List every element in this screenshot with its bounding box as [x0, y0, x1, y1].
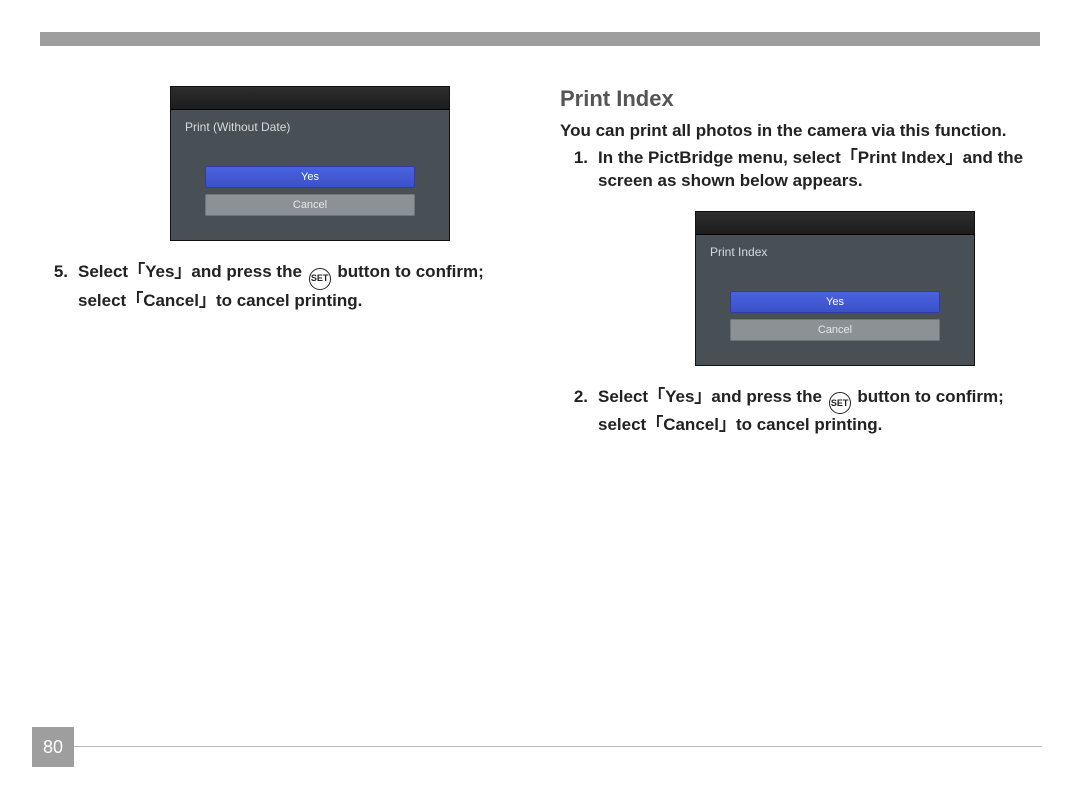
- dialog-titlebar: [696, 212, 974, 235]
- section-heading: Print Index: [560, 86, 1040, 112]
- step-1: 1. In the PictBridge menu, select「Print …: [560, 147, 1040, 193]
- dialog-options: Yes Cancel: [171, 138, 449, 240]
- page-footer: 80: [0, 727, 1080, 767]
- step-body: Select「Yes」and press the SET button to c…: [598, 386, 1040, 437]
- dialog-titlebar: [171, 87, 449, 110]
- step-2: 2. Select「Yes」and press the SET button t…: [560, 386, 1040, 437]
- dialog-print-index: Print Index Yes Cancel: [695, 211, 975, 366]
- dialog-options: Yes Cancel: [696, 263, 974, 365]
- step-number: 1.: [560, 147, 598, 193]
- dialog-print-without-date: Print (Without Date) Yes Cancel: [170, 86, 450, 241]
- step-number: 2.: [560, 386, 598, 437]
- left-column: Print (Without Date) Yes Cancel 5. Selec…: [40, 86, 520, 437]
- option-cancel[interactable]: Cancel: [205, 194, 415, 216]
- step-body: Select「Yes」and press the SET button to c…: [78, 261, 520, 312]
- section-intro: You can print all photos in the camera v…: [560, 120, 1040, 143]
- option-yes[interactable]: Yes: [205, 166, 415, 188]
- dialog-title: Print Index: [696, 235, 974, 263]
- screenshot-print-index: Print Index Yes Cancel: [560, 211, 1040, 366]
- option-yes[interactable]: Yes: [730, 291, 940, 313]
- screenshot-print-without-date: Print (Without Date) Yes Cancel: [40, 86, 520, 241]
- option-cancel[interactable]: Cancel: [730, 319, 940, 341]
- step-text-a: Select「Yes」and press the: [598, 387, 827, 406]
- set-button-icon: SET: [309, 268, 331, 290]
- set-button-icon: SET: [829, 392, 851, 414]
- page-number: 80: [32, 727, 74, 767]
- footer-rule: [74, 746, 1042, 747]
- step-number: 5.: [40, 261, 78, 312]
- step-body: In the PictBridge menu, select「Print Ind…: [598, 147, 1040, 193]
- dialog-title: Print (Without Date): [171, 110, 449, 138]
- step-text-a: Select「Yes」and press the: [78, 262, 307, 281]
- manual-page: Print (Without Date) Yes Cancel 5. Selec…: [0, 0, 1080, 785]
- header-bar: [40, 32, 1040, 46]
- content-columns: Print (Without Date) Yes Cancel 5. Selec…: [40, 86, 1040, 437]
- right-column: Print Index You can print all photos in …: [560, 86, 1040, 437]
- step-5: 5. Select「Yes」and press the SET button t…: [40, 261, 520, 312]
